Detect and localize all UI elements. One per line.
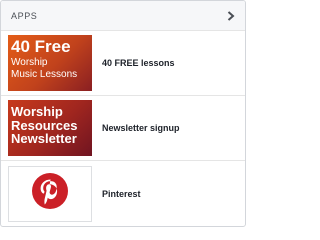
pinterest-thumbnail[interactable] — [8, 165, 92, 222]
thumbnail-line-3: Newsletter — [11, 131, 77, 147]
pinterest-logo-icon — [31, 172, 69, 215]
app-item-newsletter[interactable]: Worship Resources Newsletter Newsletter … — [1, 96, 245, 161]
apps-panel: APPS 40 Free Worship Music Lessons 40 FR… — [0, 0, 246, 227]
newsletter-thumbnail[interactable]: Worship Resources Newsletter — [8, 100, 92, 156]
free-lessons-thumbnail[interactable]: 40 Free Worship Music Lessons — [8, 35, 92, 91]
apps-title: APPS — [11, 10, 38, 21]
app-label[interactable]: Newsletter signup — [102, 123, 180, 133]
thumbnail-line-2: Resources — [11, 117, 78, 133]
app-item-free-lessons[interactable]: 40 Free Worship Music Lessons 40 FREE le… — [1, 31, 245, 96]
apps-header[interactable]: APPS — [1, 1, 245, 31]
thumbnail-line-2: Worship — [11, 57, 48, 68]
thumbnail-line-3: Music Lessons — [11, 68, 78, 80]
thumbnail-text: Worship Resources Newsletter — [11, 105, 77, 146]
app-label[interactable]: 40 FREE lessons — [102, 58, 175, 68]
chevron-right-icon[interactable] — [225, 10, 237, 22]
app-label[interactable]: Pinterest — [102, 189, 141, 199]
thumbnail-text: 40 Free Worship Music Lessons — [11, 38, 77, 80]
thumbnail-line-1: 40 Free — [11, 37, 71, 56]
thumbnail-line-1: Worship — [11, 104, 63, 119]
app-item-pinterest[interactable]: Pinterest — [1, 161, 245, 226]
